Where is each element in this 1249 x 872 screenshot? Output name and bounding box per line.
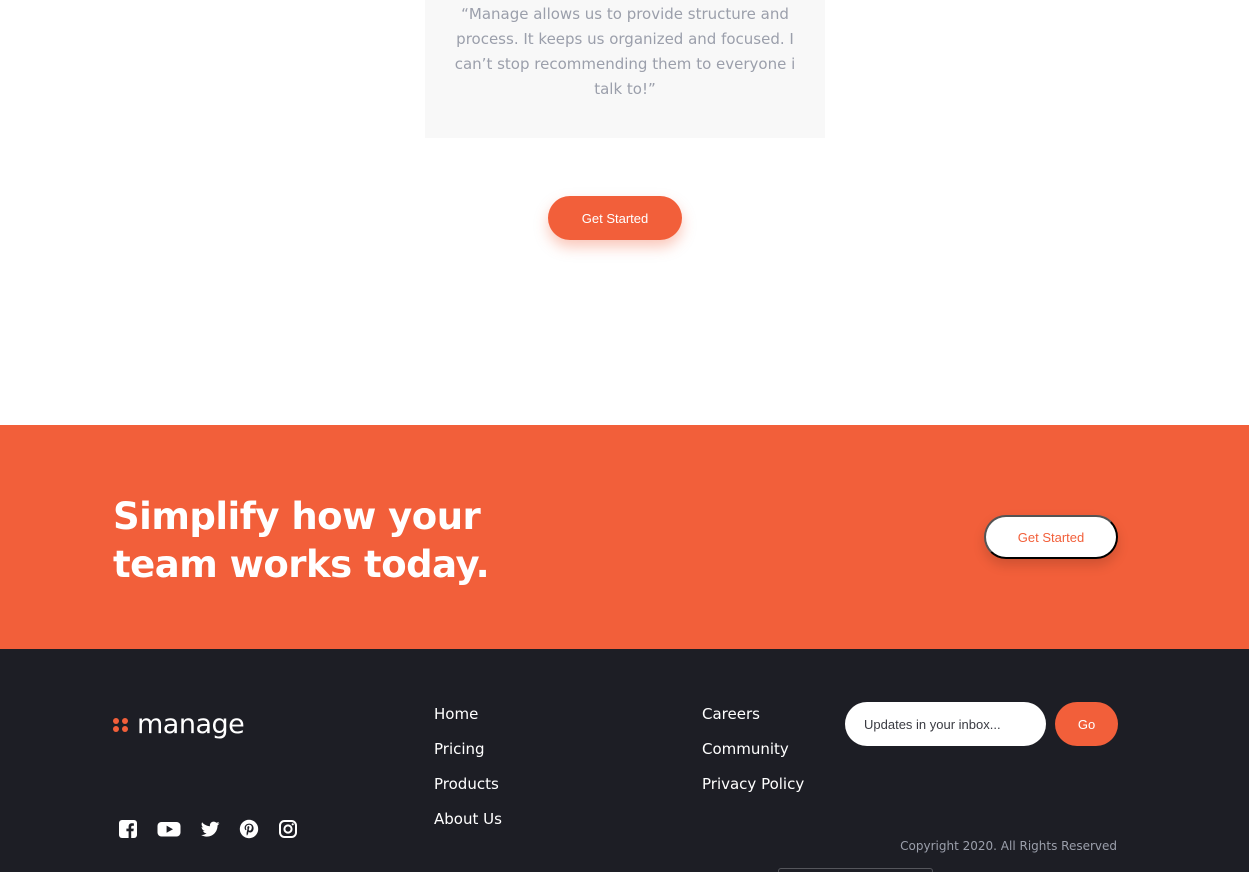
footer-link-community[interactable]: Community (702, 737, 804, 772)
footer-link-about-us[interactable]: About Us (434, 807, 502, 842)
footer-nav-primary: Home Pricing Products About Us (434, 702, 502, 842)
footer-link-careers[interactable]: Careers (702, 702, 804, 737)
footer-logo[interactable]: manage (113, 709, 245, 741)
copyright-text: Copyright 2020. All Rights Reserved (900, 839, 1117, 853)
cta-heading: Simplify how your team works today. (113, 495, 490, 586)
social-links (118, 819, 298, 839)
instagram-icon[interactable] (278, 819, 298, 839)
testimonial-quote: “Manage allows us to provide structure a… (454, 5, 796, 98)
footer-link-home[interactable]: Home (434, 702, 502, 737)
twitter-icon[interactable] (200, 819, 220, 839)
footer-nav-secondary: Careers Community Privacy Policy (702, 702, 804, 807)
footer-link-products[interactable]: Products (434, 772, 502, 807)
facebook-icon[interactable] (118, 819, 138, 839)
logo-dots-icon (113, 715, 130, 735)
band-get-started-button[interactable]: Get Started (984, 515, 1118, 559)
footer-link-pricing[interactable]: Pricing (434, 737, 502, 772)
get-started-button[interactable]: Get Started (548, 196, 682, 240)
bottom-edge-element (778, 868, 933, 872)
newsletter-go-button[interactable]: Go (1055, 702, 1118, 746)
footer-link-privacy-policy[interactable]: Privacy Policy (702, 772, 804, 807)
logo-text: manage (137, 709, 245, 740)
newsletter-email-input[interactable] (845, 702, 1046, 746)
pinterest-icon[interactable] (239, 819, 259, 839)
youtube-icon[interactable] (157, 819, 181, 839)
